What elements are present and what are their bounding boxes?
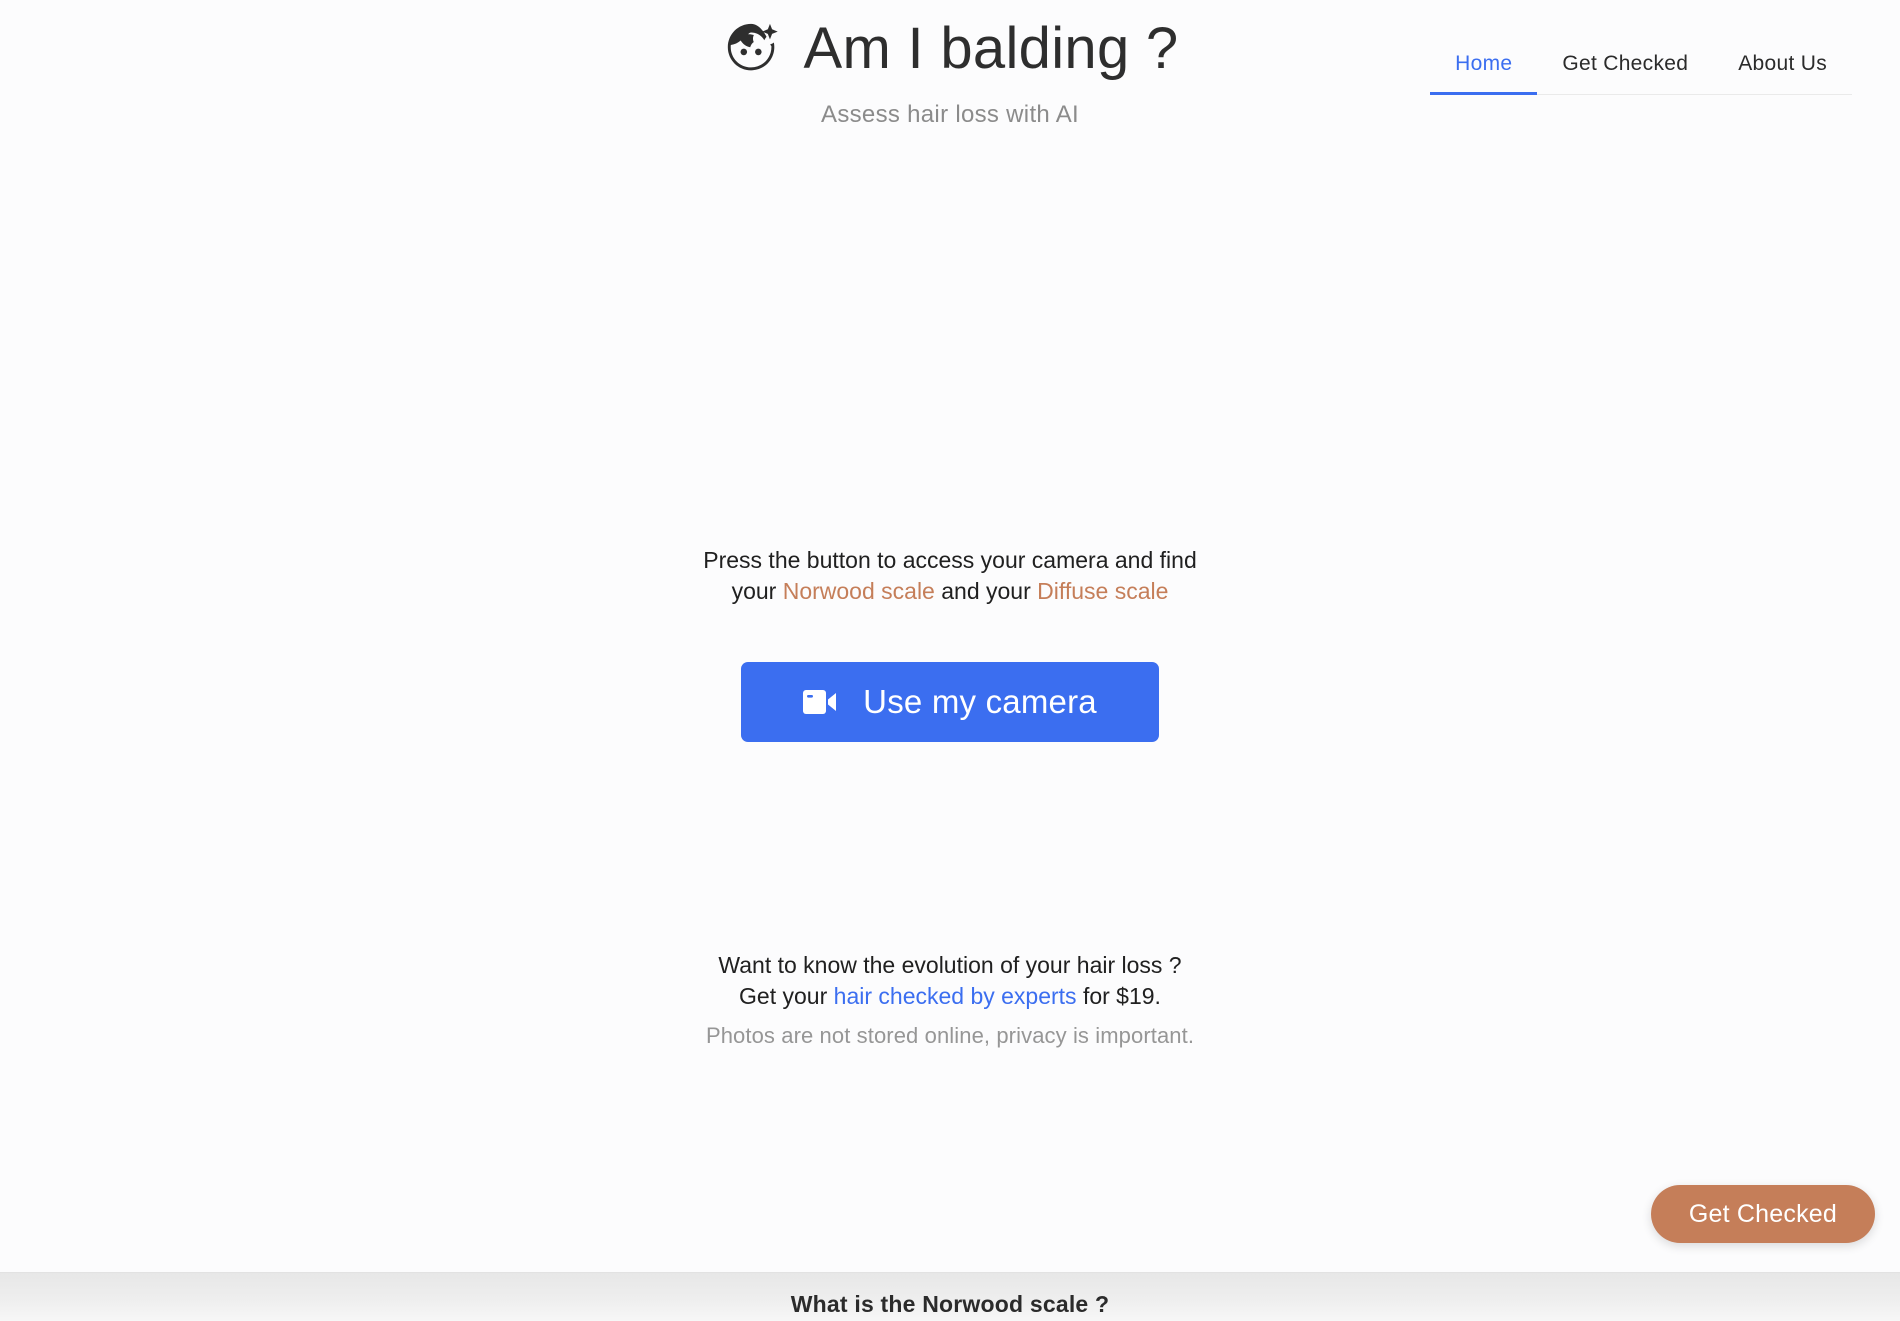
brand-row: Am I balding ? xyxy=(722,18,1179,80)
instructions-line-2-middle: and your xyxy=(934,577,1038,604)
instructions-line-1: Press the button to access your camera a… xyxy=(703,547,1197,573)
instructions-line-2-prefix: your xyxy=(731,577,783,604)
upsell-text: Want to know the evolution of your hair … xyxy=(0,950,1900,1011)
norwood-scale-section[interactable]: What is the Norwood scale ? xyxy=(0,1272,1900,1321)
brand-subtitle: Assess hair loss with AI xyxy=(821,101,1079,128)
page-header: Am I balding ? Assess hair loss with AI … xyxy=(0,0,1900,150)
nav-item-get-checked[interactable]: Get Checked xyxy=(1537,52,1713,95)
instructions-text: Press the button to access your camera a… xyxy=(0,545,1900,606)
nav-item-about-us[interactable]: About Us xyxy=(1713,52,1852,95)
main-nav: Home Get Checked About Us xyxy=(1430,52,1852,95)
nav-item-home[interactable]: Home xyxy=(1430,52,1538,95)
upsell-line-2-suffix: for $19. xyxy=(1076,982,1161,1009)
norwood-scale-section-title: What is the Norwood scale ? xyxy=(790,1291,1110,1317)
upsell-line-2-prefix: Get your xyxy=(739,982,834,1009)
page-title: Am I balding ? xyxy=(803,16,1179,81)
nav-list: Home Get Checked About Us xyxy=(1430,52,1852,95)
use-my-camera-button-label: Use my camera xyxy=(863,683,1097,720)
use-my-camera-button[interactable]: Use my camera xyxy=(741,662,1159,742)
diffuse-scale-link[interactable]: Diffuse scale xyxy=(1037,578,1168,604)
main-stage: Press the button to access your camera a… xyxy=(0,150,1900,1272)
floating-get-checked-button[interactable]: Get Checked xyxy=(1650,1185,1875,1243)
privacy-note: Photos are not stored online, privacy is… xyxy=(705,1023,1195,1048)
norwood-scale-link[interactable]: Norwood scale xyxy=(783,578,935,604)
face-sparkle-icon xyxy=(722,18,784,80)
hair-checked-by-experts-link[interactable]: hair checked by experts xyxy=(834,983,1077,1009)
camera-preview-placeholder xyxy=(600,170,1300,540)
upsell-line-1: Want to know the evolution of your hair … xyxy=(718,952,1182,978)
camera-button-container: Use my camera xyxy=(0,662,1900,742)
video-camera-icon xyxy=(803,689,837,715)
